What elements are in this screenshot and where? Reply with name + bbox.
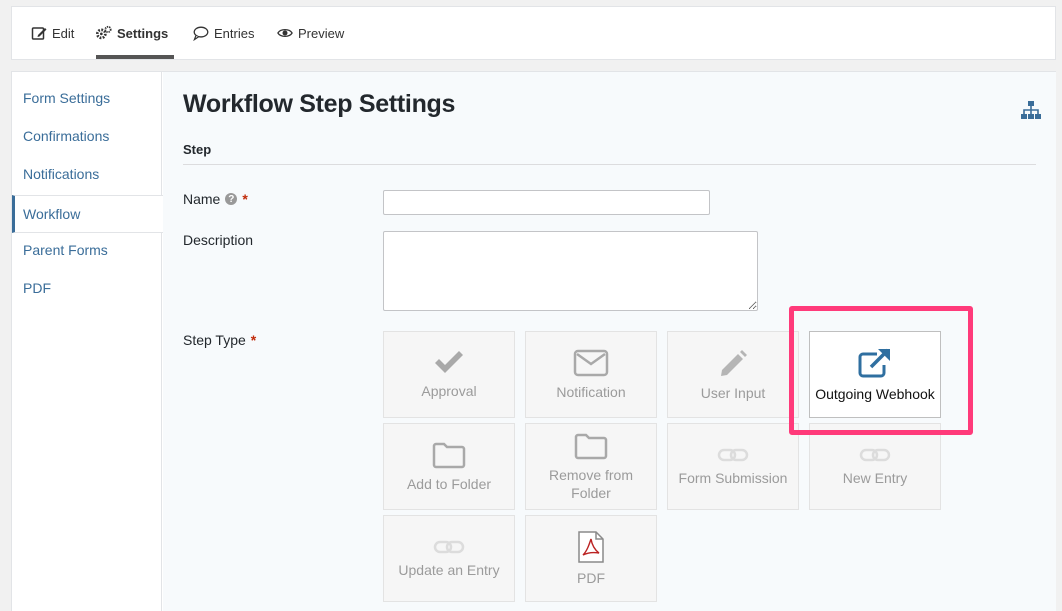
step-type-pdf[interactable]: PDF — [525, 515, 657, 602]
step-type-label: New Entry — [842, 469, 908, 486]
tab-entries[interactable]: Entries — [193, 7, 254, 59]
sitemap-icon[interactable] — [1020, 100, 1042, 120]
workflow-step-settings: Workflow Step Settings Step Name ? * Des… — [163, 72, 1056, 611]
sidebar-item-workflow[interactable]: Workflow — [12, 195, 163, 233]
sidebar-item-parent-forms[interactable]: Parent Forms — [12, 231, 162, 269]
name-label-text: Name — [183, 191, 221, 207]
eye-icon — [277, 25, 293, 41]
sidebar-item-notifications[interactable]: Notifications — [12, 155, 162, 193]
description-textarea[interactable] — [383, 231, 758, 311]
edit-icon — [31, 25, 47, 41]
comment-icon — [193, 25, 209, 41]
pdf-file-icon — [578, 530, 604, 563]
link-icon — [433, 540, 465, 553]
step-type-outgoing-webhook[interactable]: Outgoing Webhook — [809, 331, 941, 418]
link-icon — [859, 448, 891, 461]
sidebar-item-pdf[interactable]: PDF — [12, 269, 162, 307]
step-type-remove-from-folder[interactable]: Remove from Folder — [525, 423, 657, 510]
folder-icon — [574, 433, 608, 459]
settings-sidebar: Form Settings Confirmations Notification… — [12, 72, 163, 611]
step-type-notification[interactable]: Notification — [525, 331, 657, 418]
page-title: Workflow Step Settings — [183, 90, 456, 118]
form-toolbar: Edit Settings Entries Preview — [11, 6, 1056, 60]
tab-edit[interactable]: Edit — [31, 7, 74, 59]
name-label: Name ? * — [183, 191, 248, 207]
required-mark: * — [250, 332, 257, 348]
sidebar-item-form-settings[interactable]: Form Settings — [12, 79, 162, 117]
step-type-grid: Approval Notification User Input Outgoin… — [383, 331, 943, 607]
step-type-label: Remove from Folder — [548, 466, 634, 501]
step-type-label: PDF — [577, 569, 605, 586]
name-input[interactable] — [383, 190, 710, 215]
gears-icon — [96, 25, 112, 41]
pencil-icon — [721, 349, 747, 376]
help-icon[interactable]: ? — [225, 193, 238, 205]
envelope-icon — [573, 349, 609, 376]
tab-preview-label: Preview — [298, 25, 345, 41]
step-type-add-to-folder[interactable]: Add to Folder — [383, 423, 515, 510]
tab-settings[interactable]: Settings — [96, 7, 174, 59]
description-label-text: Description — [183, 232, 254, 248]
step-type-label: Outgoing Webhook — [815, 385, 935, 402]
description-label: Description — [183, 232, 253, 248]
settings-panel: Form Settings Confirmations Notification… — [11, 71, 1056, 611]
step-type-label: Approval — [421, 382, 477, 399]
tab-settings-label: Settings — [117, 25, 169, 41]
required-mark: * — [242, 191, 248, 207]
step-type-label: Step Type * — [183, 332, 256, 348]
step-type-label: User Input — [700, 384, 766, 401]
step-type-label: Notification — [556, 383, 626, 400]
step-type-approval[interactable]: Approval — [383, 331, 515, 418]
folder-icon — [432, 442, 466, 468]
step-type-form-submission[interactable]: Form Submission — [667, 423, 799, 510]
step-type-label-text: Step Type — [183, 332, 246, 348]
section-title-step: Step — [183, 142, 212, 157]
step-type-new-entry[interactable]: New Entry — [809, 423, 941, 510]
step-type-label: Update an Entry — [398, 561, 500, 578]
step-type-user-input[interactable]: User Input — [667, 331, 799, 418]
check-icon — [435, 350, 463, 373]
tab-preview[interactable]: Preview — [277, 7, 344, 59]
external-link-icon — [858, 348, 890, 377]
tab-entries-label: Entries — [214, 25, 255, 41]
step-type-label: Form Submission — [678, 469, 788, 486]
link-icon — [717, 448, 749, 461]
tab-edit-label: Edit — [52, 25, 75, 41]
sidebar-item-confirmations[interactable]: Confirmations — [12, 117, 162, 155]
step-type-label: Add to Folder — [406, 475, 492, 492]
step-type-update-an-entry[interactable]: Update an Entry — [383, 515, 515, 602]
section-divider — [183, 164, 1036, 165]
